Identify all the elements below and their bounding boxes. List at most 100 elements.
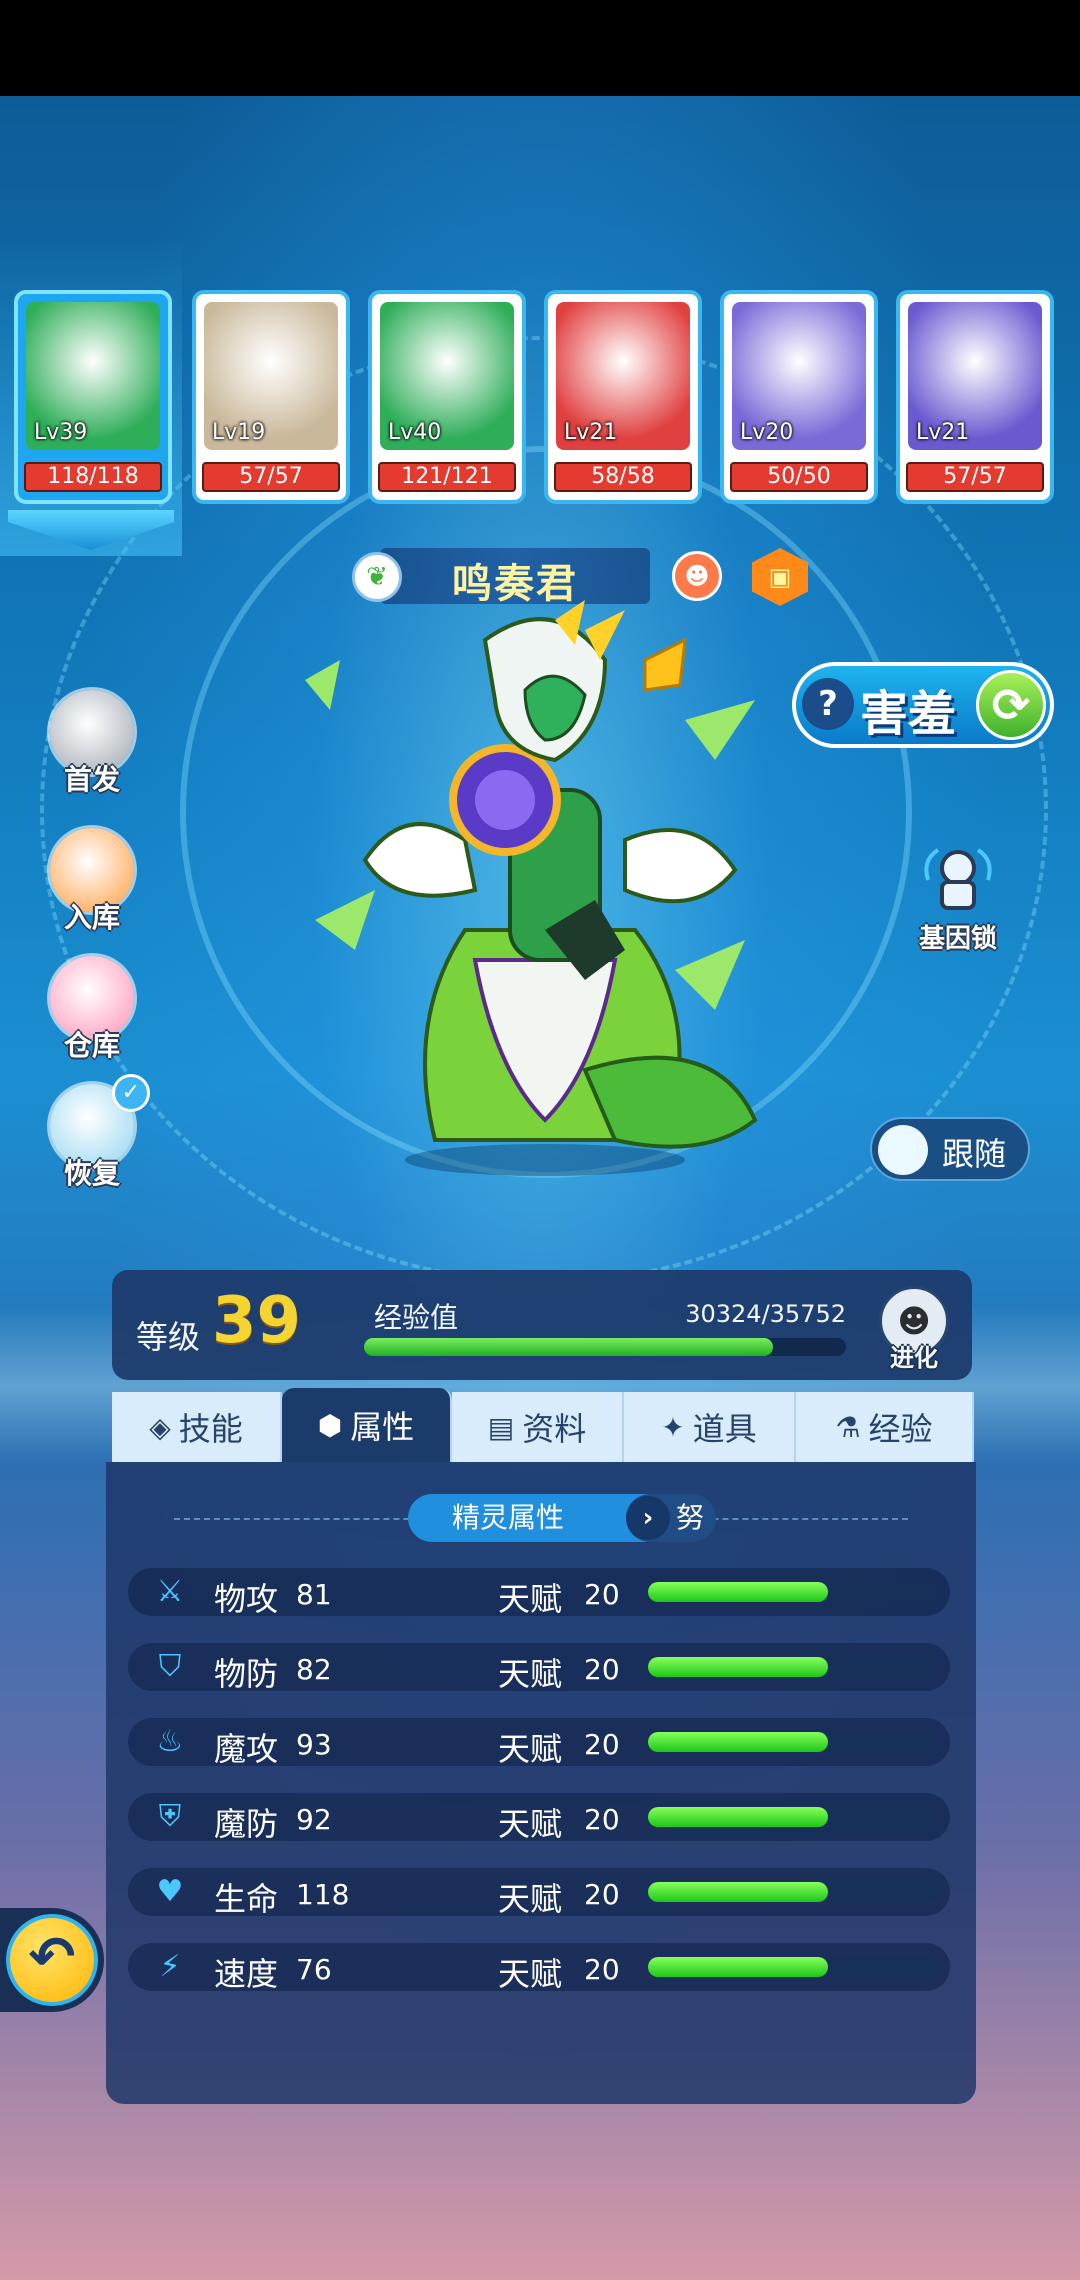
talent-label: 天赋 xyxy=(498,1655,563,1693)
stat-name: 速度 xyxy=(214,1955,279,1993)
exp-label: 经验值 xyxy=(374,1301,459,1334)
talent-value: 20 xyxy=(584,1803,620,1836)
team-bar: Lv39 118/118 Lv19 57/57 Lv40 121/121 Lv21 58/58… xyxy=(0,290,1080,520)
talent-bar xyxy=(648,1882,938,1902)
stat-row: ⛨ 魔防 92 天赋 20 xyxy=(128,1793,950,1843)
stat-value: 118 xyxy=(296,1878,350,1911)
stat-row: ♨ 魔攻 93 天赋 20 xyxy=(128,1718,950,1768)
stat-row: ⚡ 速度 76 天赋 20 xyxy=(128,1943,950,1993)
stat-name: 物攻 xyxy=(214,1580,279,1618)
talent-label: 天赋 xyxy=(498,1580,563,1618)
gene-lock-button[interactable]: 基因锁 xyxy=(898,840,1018,955)
flame-icon: ♨ xyxy=(156,1724,184,1759)
magic-shield-icon: ⛨ xyxy=(158,1799,182,1834)
exp-bar xyxy=(364,1338,846,1356)
side-button-label: 恢复 xyxy=(63,1157,120,1190)
attribute-panel: 精灵属性 › 努 ⚔ 物攻 81 天赋 20 ⛉ 物防 82 天赋 20 ♨ 魔攻 93 天赋 20 ⛨ 魔防 9… xyxy=(106,1462,976,2104)
stat-value: 92 xyxy=(296,1803,332,1836)
side-button-label: 入库 xyxy=(63,901,120,934)
talent-label: 天赋 xyxy=(498,1955,563,1993)
tab-5[interactable]: ⚗ 经验 xyxy=(796,1392,974,1462)
tab-1[interactable]: ◈ 技能 xyxy=(112,1392,282,1462)
back-arrow-icon[interactable]: ↶ xyxy=(6,1914,98,2006)
talent-bar-fill xyxy=(648,1657,828,1677)
exp-value: 30324/35752 xyxy=(685,1300,846,1328)
team-slot-1[interactable]: Lv39 118/118 xyxy=(14,290,172,504)
nature-value: 努 xyxy=(676,1501,705,1534)
stat-value: 76 xyxy=(296,1953,332,1986)
trait-label: 害羞 xyxy=(860,686,957,742)
exp-bar-fill xyxy=(364,1338,773,1356)
side-button-1[interactable]: 首发 xyxy=(40,690,144,798)
stat-row: ♥ 生命 118 天赋 20 xyxy=(128,1868,950,1918)
panel-title: 精灵属性 xyxy=(451,1501,564,1534)
team-slot-4[interactable]: Lv21 58/58 xyxy=(544,290,702,504)
attribute-icon: ⬢ xyxy=(317,1408,343,1442)
heart-icon: ♥ xyxy=(156,1874,184,1909)
level-panel: 等级 39 经验值 30324/35752 ☻ 进化 xyxy=(112,1270,972,1380)
talent-bar xyxy=(648,1807,938,1827)
check-icon: ✓ xyxy=(112,1074,150,1112)
stat-name: 物防 xyxy=(214,1655,279,1693)
team-slot-5[interactable]: Lv20 50/50 xyxy=(720,290,878,504)
trait-tag[interactable]: ? 害羞 ⟳ xyxy=(792,662,1054,748)
talent-label: 天赋 xyxy=(498,1730,563,1768)
skill-icon: ◈ xyxy=(149,1410,171,1444)
flask-icon: ⚗ xyxy=(835,1410,861,1444)
back-dock: ↶ xyxy=(0,1908,104,2012)
team-slot-hp: 118/118 xyxy=(24,462,162,492)
side-button-3[interactable]: 仓库 xyxy=(40,956,144,1064)
talent-bar-fill xyxy=(648,1732,828,1752)
level-label: 等级 xyxy=(136,1318,201,1356)
follow-toggle-knob xyxy=(878,1125,928,1175)
gene-lock-label: 基因锁 xyxy=(918,924,997,954)
pet-illustration xyxy=(305,600,758,1176)
talent-label: 天赋 xyxy=(498,1880,563,1918)
team-slot-hp: 57/57 xyxy=(906,462,1044,492)
stat-row: ⚔ 物攻 81 天赋 20 xyxy=(128,1568,950,1618)
talent-value: 20 xyxy=(584,1653,620,1686)
boot-icon: ⚡ xyxy=(159,1949,181,1984)
stat-value: 93 xyxy=(296,1728,332,1761)
tab-4[interactable]: ✦ 道具 xyxy=(624,1392,796,1462)
team-slot-hp: 50/50 xyxy=(730,462,868,492)
refresh-trait-icon[interactable]: ⟳ xyxy=(976,670,1046,740)
tab-label: 经验 xyxy=(868,1410,933,1448)
item-icon: ✦ xyxy=(661,1410,685,1444)
team-slot-level: Lv40 xyxy=(388,420,442,445)
help-icon[interactable]: ? xyxy=(802,678,854,730)
chevron-right-icon[interactable]: › xyxy=(626,1496,670,1540)
mascot-badge-icon[interactable]: ☻ xyxy=(672,551,722,601)
stat-name: 魔攻 xyxy=(214,1730,279,1768)
talent-value: 20 xyxy=(584,1728,620,1761)
follow-toggle[interactable]: 跟随 xyxy=(870,1117,1030,1181)
shield-icon: ⛉ xyxy=(158,1649,182,1684)
team-slot-hp: 58/58 xyxy=(554,462,692,492)
talent-label: 天赋 xyxy=(498,1805,563,1843)
tab-label: 属性 xyxy=(350,1408,415,1446)
tab-label: 道具 xyxy=(692,1410,757,1448)
talent-bar xyxy=(648,1657,938,1677)
talent-bar-fill xyxy=(648,1957,828,1977)
tab-2[interactable]: ⬢ 属性 xyxy=(282,1388,452,1462)
team-slot-level: Lv21 xyxy=(916,420,970,445)
talent-value: 20 xyxy=(584,1878,620,1911)
talent-value: 20 xyxy=(584,1578,620,1611)
tab-label: 技能 xyxy=(178,1410,243,1448)
team-slot-2[interactable]: Lv19 57/57 xyxy=(192,290,350,504)
tab-3[interactable]: ▤ 资料 xyxy=(452,1392,624,1462)
stat-value: 81 xyxy=(296,1578,332,1611)
team-slot-3[interactable]: Lv40 121/121 xyxy=(368,290,526,504)
evolve-button[interactable]: ☻ 进化 xyxy=(874,1286,954,1372)
talent-bar-fill xyxy=(648,1807,828,1827)
tab-bar: ◈ 技能 ⬢ 属性 ▤ 资料 ✦ 道具 ⚗ 经验 xyxy=(112,1388,974,1462)
talent-bar xyxy=(648,1732,938,1752)
team-slot-level: Lv39 xyxy=(34,420,88,445)
status-bar xyxy=(0,0,1080,96)
team-slot-level: Lv19 xyxy=(212,420,266,445)
team-slot-6[interactable]: Lv21 57/57 xyxy=(896,290,1054,504)
side-button-2[interactable]: 入库 xyxy=(40,828,144,936)
team-slot-hp: 121/121 xyxy=(378,462,516,492)
talent-bar-fill xyxy=(648,1582,828,1602)
team-slot-level: Lv20 xyxy=(740,420,794,445)
